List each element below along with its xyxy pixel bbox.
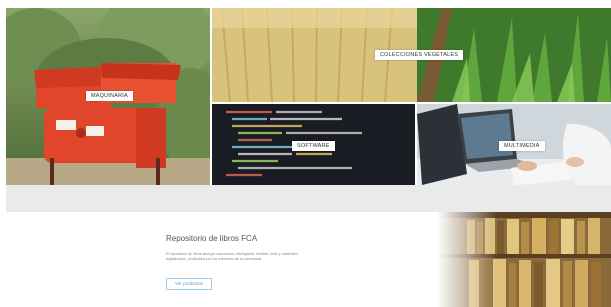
tile-software-label: SOFTWARE <box>292 141 335 151</box>
tile-multimedia-label: MULTIMEDIA <box>499 141 545 151</box>
tile-software[interactable]: SOFTWARE <box>212 104 415 185</box>
tile-colecciones-vegetales-label: COLECCIONES VEGETALES <box>375 50 464 60</box>
tile-multimedia[interactable]: MULTIMEDIA <box>417 104 611 185</box>
tile-maquinaria[interactable]: MAQUINARIA <box>6 8 210 185</box>
section-divider-band <box>6 185 611 212</box>
repository-description: El repositorio de libros alberga colecci… <box>166 252 299 261</box>
tile-colecciones-vegetales[interactable]: COLECCIONES VEGETALES <box>212 8 611 102</box>
tile-maquinaria-label: MAQUINARIA <box>86 91 133 101</box>
view-products-button[interactable]: Ver productos <box>166 278 212 290</box>
repository-title: Repositorio de libros FCA <box>166 234 258 243</box>
books-shelf-image <box>437 212 611 307</box>
